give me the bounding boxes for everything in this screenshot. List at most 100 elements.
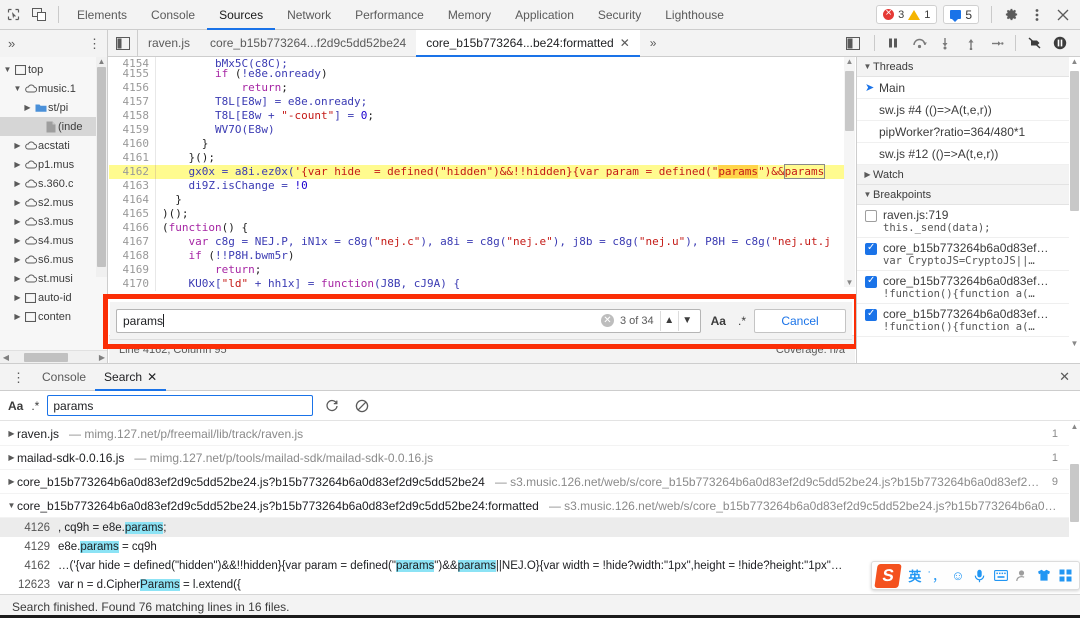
line-number[interactable]: 4155 (109, 67, 156, 81)
line-number[interactable]: 4158 (109, 109, 156, 123)
breakpoint-row[interactable]: core_b15b773264b6a0d83ef…!function(){fun… (857, 304, 1080, 337)
scrollbar-thumb[interactable] (97, 67, 106, 267)
chevron-right-icon[interactable]: ▶ (12, 179, 23, 188)
close-icon[interactable] (1050, 2, 1076, 28)
drawer-tab-search[interactable]: Search ✕ (95, 364, 166, 391)
tree-item[interactable]: ▶st.musi (0, 269, 107, 288)
code-line[interactable]: 4160 } (109, 137, 855, 151)
close-icon[interactable]: ✕ (620, 30, 630, 57)
emoji-icon[interactable]: ☺ (948, 565, 967, 587)
line-number[interactable]: 4162 (109, 165, 156, 179)
breakpoint-row[interactable]: core_b15b773264b6a0d83ef…!function(){fun… (857, 271, 1080, 304)
tab-lighthouse[interactable]: Lighthouse (653, 0, 736, 30)
chevron-right-icon[interactable]: ▶ (12, 141, 23, 150)
step-into-icon[interactable] (933, 31, 957, 55)
step-out-icon[interactable] (959, 31, 983, 55)
soft-keyboard-icon[interactable] (991, 565, 1010, 587)
match-case-button[interactable]: Aa (707, 314, 730, 328)
chevron-right-icon[interactable]: ▶ (6, 429, 17, 438)
tree-item[interactable]: ▶s2.mus (0, 193, 107, 212)
scroll-up-arrow[interactable]: ▲ (96, 57, 107, 66)
scroll-right-arrow[interactable]: ▶ (96, 353, 108, 362)
tree-item[interactable]: ▶auto-id (0, 288, 107, 307)
navigator-vertical-scrollbar[interactable]: ▲ (96, 57, 107, 277)
code-line[interactable]: 4161 }(); (109, 151, 855, 165)
close-icon[interactable]: ✕ (147, 364, 157, 391)
tree-item[interactable]: ▶s.360.c (0, 174, 107, 193)
language-mode-icon[interactable]: 英 (905, 565, 924, 587)
breakpoints-section-header[interactable]: ▼ Breakpoints (857, 185, 1080, 205)
code-line[interactable]: 4165)(); (109, 207, 855, 221)
scrollbar-thumb[interactable] (24, 353, 68, 362)
chevron-right-icon[interactable]: ▶ (12, 293, 23, 302)
tab-security[interactable]: Security (586, 0, 653, 30)
sources-navigator-pane[interactable]: ▼top▼music.1▶st/pi(inde▶acstati▶p1.mus▶s… (0, 57, 108, 363)
scrollbar-thumb[interactable] (1070, 71, 1079, 211)
code-line[interactable]: 4155 if (!e8e.onready) (109, 67, 855, 81)
line-number[interactable]: 4160 (109, 137, 156, 151)
messages-counter[interactable]: 5 (943, 5, 979, 24)
navigator-more-tabs-chevron[interactable]: » (8, 36, 15, 51)
line-number[interactable]: 4169 (109, 263, 156, 277)
scroll-up-arrow[interactable]: ▲ (844, 57, 855, 66)
code-line[interactable]: 4162 gx0x = a8i.ez0x('{var hide = define… (109, 165, 855, 179)
drawer-kebab-menu-icon[interactable]: ⋮ (4, 373, 33, 382)
search-result-file[interactable]: ▶core_b15b773264b6a0d83ef2d9c5dd52be24.j… (0, 470, 1080, 494)
pause-icon[interactable] (881, 31, 905, 55)
match-case-button[interactable]: Aa (8, 399, 23, 413)
watch-section-header[interactable]: ▶ Watch (857, 165, 1080, 185)
line-number[interactable]: 4164 (109, 193, 156, 207)
tree-item[interactable]: (inde (0, 117, 107, 136)
tree-item[interactable]: ▼music.1 (0, 79, 107, 98)
refresh-icon[interactable] (321, 395, 343, 417)
search-result-file[interactable]: ▼core_b15b773264b6a0d83ef2d9c5dd52be24.j… (0, 494, 1080, 518)
tree-item[interactable]: ▶s3.mus (0, 212, 107, 231)
show-debugger-icon[interactable] (838, 30, 868, 57)
line-number[interactable]: 4165 (109, 207, 156, 221)
deactivate-breakpoints-icon[interactable] (1022, 31, 1046, 55)
editor-tab-core-min[interactable]: core_b15b773264...f2d9c5dd52be24 (200, 30, 416, 57)
line-number[interactable]: 4159 (109, 123, 156, 137)
debugger-sidebar[interactable]: ▼ Threads ➤Mainsw.js #4 (()=>A(t,e,r))pi… (856, 57, 1080, 363)
code-line[interactable]: 4166(function() { (109, 221, 855, 235)
breakpoint-checkbox[interactable] (865, 276, 877, 288)
chevron-right-icon[interactable]: ▶ (12, 217, 23, 226)
punctuation-icon[interactable]: ˙， (927, 565, 946, 587)
clear-results-icon[interactable] (351, 395, 373, 417)
code-line[interactable]: 4157 T8L[E8w] = e8e.onready; (109, 95, 855, 109)
search-result-line[interactable]: 4126, cq9h = e8e.params; (0, 518, 1080, 537)
user-icon[interactable] (1013, 565, 1032, 587)
issues-counter[interactable]: 3 1 (876, 5, 937, 24)
line-number[interactable]: 4167 (109, 235, 156, 249)
editor-tab-raven[interactable]: raven.js (138, 30, 200, 57)
tab-network[interactable]: Network (275, 0, 343, 30)
code-line[interactable]: 4167 var c8g = NEJ.P, iN1x = c8g("nej.c"… (109, 235, 855, 249)
tree-item[interactable]: ▶acstati (0, 136, 107, 155)
breakpoint-row[interactable]: raven.js:719this._send(data); (857, 205, 1080, 238)
breakpoint-checkbox[interactable] (865, 243, 877, 255)
find-input[interactable]: params ✕ 3 of 34 ▲ ▼ (116, 309, 701, 333)
cancel-button[interactable]: Cancel (754, 309, 846, 333)
chevron-right-icon[interactable]: ▶ (6, 453, 17, 462)
voice-input-icon[interactable] (970, 565, 989, 587)
chevron-down-icon[interactable]: ▼ (6, 501, 17, 510)
chevron-right-icon[interactable]: ▶ (12, 198, 23, 207)
line-number[interactable]: 4170 (109, 277, 156, 291)
chevron-right-icon[interactable]: ▶ (12, 274, 23, 283)
search-input[interactable]: params (47, 395, 313, 416)
ime-floating-toolbar[interactable]: S 英 ˙， ☺ (871, 561, 1080, 590)
tree-item[interactable]: ▶st/pi (0, 98, 107, 117)
search-result-file[interactable]: ▶raven.js— mimg.127.net/p/freemail/lib/t… (0, 422, 1080, 446)
regex-button[interactable]: .* (31, 399, 39, 413)
navigator-horizontal-scrollbar[interactable]: ◀ ▶ (0, 350, 108, 363)
scrollbar-thumb[interactable] (1070, 464, 1079, 522)
drawer-close-icon[interactable]: ✕ (1059, 369, 1080, 385)
line-number[interactable]: 4168 (109, 249, 156, 263)
tab-application[interactable]: Application (503, 0, 586, 30)
sidebar-vertical-scrollbar[interactable]: ▲ ▼ (1069, 57, 1080, 363)
scroll-down-arrow[interactable]: ▼ (1069, 339, 1080, 348)
tab-performance[interactable]: Performance (343, 0, 436, 30)
breakpoint-checkbox[interactable] (865, 210, 877, 222)
tree-item[interactable]: ▶s4.mus (0, 231, 107, 250)
search-result-line[interactable]: 4129e8e.params = cq9h (0, 537, 1080, 556)
